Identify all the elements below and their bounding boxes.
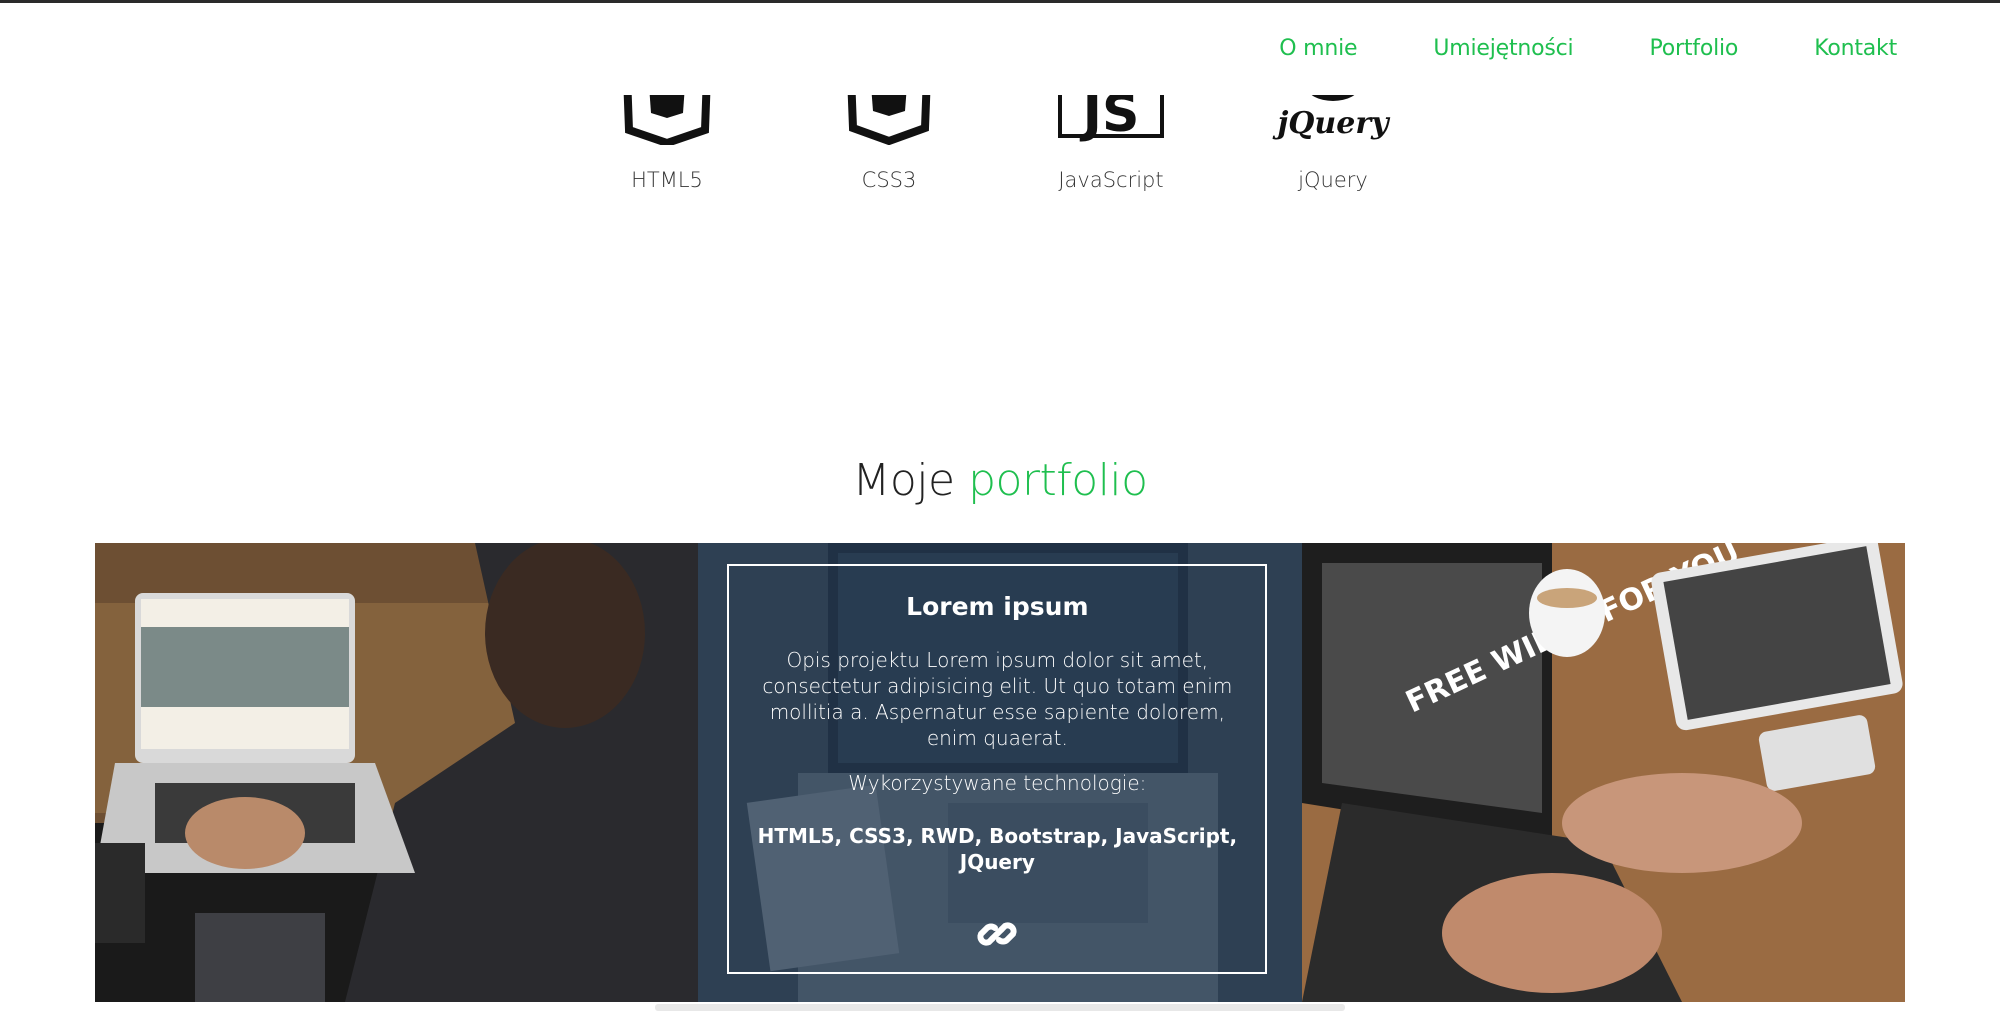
nav-item-o-mnie[interactable]: O mnie	[1279, 36, 1357, 61]
nav-item-kontakt[interactable]: Kontakt	[1814, 36, 1897, 61]
skill-label-jquery: jQuery	[1298, 168, 1368, 192]
portfolio-item-title: Lorem ipsum	[906, 592, 1089, 621]
portfolio-item-tech-label: Wykorzystywane technologie:	[848, 771, 1147, 795]
jquery-logo-icon: jQuery	[1253, 95, 1413, 145]
portfolio-item-details: Lorem ipsum Opis projektu Lorem ipsum do…	[727, 564, 1268, 974]
portfolio-heading-accent: portfolio	[968, 454, 1148, 506]
portfolio-item-1[interactable]	[95, 543, 699, 1002]
nav-item-portfolio[interactable]: Portfolio	[1649, 36, 1738, 61]
man-typing-on-laptop-photo	[95, 543, 699, 1002]
html5-shield-icon	[587, 95, 747, 145]
svg-text:JS: JS	[1080, 95, 1140, 144]
portfolio-item-3[interactable]: FREE WILOF FOR YOU	[1301, 543, 1905, 1002]
skill-label-html5: HTML5	[631, 168, 703, 192]
main-navigation: O mnie Umiejętności Portfolio Kontakt	[1279, 36, 1897, 61]
css3-shield-icon	[809, 95, 969, 145]
svg-text:jQuery: jQuery	[1272, 106, 1391, 141]
portfolio-heading: Moje portfolio	[0, 455, 2000, 506]
skill-label-javascript: JavaScript	[1058, 168, 1164, 192]
portfolio-heading-plain: Moje	[852, 454, 955, 506]
javascript-logo-icon: JS	[1031, 95, 1191, 145]
link-icon[interactable]	[975, 912, 1019, 956]
skill-label-css3: CSS3	[861, 168, 917, 192]
portfolio-item-tech-list: HTML5, CSS3, RWD, Bootstrap, JavaScript,…	[757, 824, 1238, 874]
laptop-tablet-phone-mockup-photo: FREE WILOF FOR YOU	[1301, 543, 1905, 1002]
portfolio-item-2[interactable]: Lorem ipsum Opis projektu Lorem ipsum do…	[698, 543, 1302, 1002]
portfolio-item-description: Opis projektu Lorem ipsum dolor sit amet…	[762, 648, 1233, 750]
next-section-edge	[655, 1004, 1345, 1011]
portfolio-grid: Lorem ipsum Opis projektu Lorem ipsum do…	[95, 543, 1905, 1002]
nav-item-umiejetnosci[interactable]: Umiejętności	[1433, 36, 1573, 61]
skills-section: HTML5 CSS3 JS JavaScript jQuery jQuery	[0, 0, 2000, 230]
